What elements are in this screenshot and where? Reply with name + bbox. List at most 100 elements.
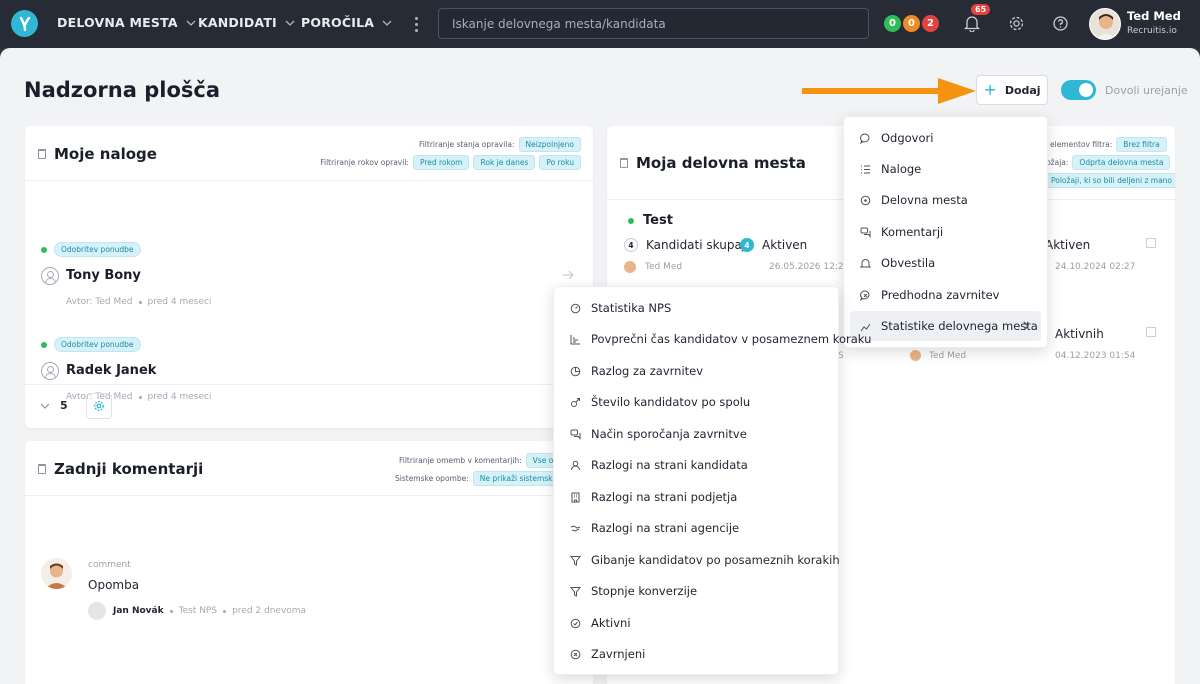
jobs-filter-elements-pill[interactable]: Brez filtra [1116,137,1167,152]
submenu-item-active[interactable]: Aktivni [560,608,832,638]
owner-avatar [910,350,921,361]
task-deadline-filter-label: Filtriranje rokov opravil: [320,158,409,167]
deadline-pill-after[interactable]: Po roku [539,155,581,170]
deadline-pill-today[interactable]: Rok je danes [473,155,536,170]
menu-item-statistike[interactable]: Statistike delovnega mesta [850,311,1041,341]
pie-icon [570,366,581,377]
my-tasks-card: Moje naloge Filtriranje stanja opravila:… [25,126,593,428]
deadline-pill-before[interactable]: Pred rokom [412,155,470,170]
total-count-circle: 4 [624,238,638,252]
menu-item-delovna-mesta[interactable]: Delovna mesta [850,185,1041,215]
status-dot [41,247,47,253]
menu-label: Razlog za zavrnitev [591,364,704,378]
status-dot [41,342,47,348]
help-icon[interactable] [1052,15,1069,32]
notification-count-badge: 65 [971,4,991,15]
chevron-down-icon[interactable] [40,403,50,409]
submenu-item-candidate-reasons[interactable]: Razlogi na strani kandidata [560,450,832,480]
my-tasks-title-text: Moje naloge [54,145,157,163]
comments-icon [860,227,871,238]
system-notes-filter: Sistemske opombe: Ne prikaži sistemskih … [395,471,574,486]
menu-label: Naloge [881,162,922,176]
submenu-item-rejected[interactable]: Zavrnjeni [560,639,832,669]
funnel-icon [570,555,581,566]
task-person-name[interactable]: Tony Bony [66,268,141,283]
status-badge-orange[interactable]: 0 [901,13,922,34]
status-badge-red[interactable]: 2 [920,13,941,34]
menu-item-obvestila[interactable]: Obvestila [850,248,1041,278]
nav-jobs[interactable]: DELOVNA MESTA [57,15,196,30]
trash-icon[interactable] [38,464,46,474]
job-date: 26.05.2026 12:29 [769,262,850,272]
list-icon [860,164,871,175]
submenu-item-agency-reasons[interactable]: Razlogi na strani agencije [560,513,832,543]
add-button-label: Dodaj [1004,83,1041,97]
arrow-right-icon[interactable] [562,270,574,280]
more-menu-icon[interactable] [411,14,421,34]
submenu-item-conversion[interactable]: Stopnje konverzije [560,576,832,606]
job-name[interactable]: Test [643,213,673,228]
edit-toggle[interactable] [1061,80,1096,100]
menu-item-komentarji[interactable]: Komentarji [850,217,1041,247]
submenu-item-rejection-reason[interactable]: Razlog za zavrnitev [560,356,832,386]
user-name[interactable]: Ted Med [1127,9,1181,23]
menu-item-naloge[interactable]: Naloge [850,154,1041,184]
menu-label: Povprečni čas kandidatov v posameznem ko… [591,332,872,346]
user-avatar[interactable] [1089,8,1121,40]
submenu-item-movement[interactable]: Gibanje kandidatov po posameznih korakih [560,545,840,575]
submenu-item-avg-time[interactable]: Povprečni čas kandidatov v posameznem ko… [560,324,871,354]
menu-label: Delovna mesta [881,193,968,207]
building-icon [570,492,581,503]
menu-item-predhodna-zavrnitev[interactable]: Predhodna zavrnitev [850,280,1041,310]
task-person-name[interactable]: Radek Janek [66,363,156,378]
top-bar: DELOVNA MESTA KANDIDATI POROČILA 0 0 2 6… [0,0,1200,48]
chevron-down-icon [186,20,196,26]
comment-author[interactable]: Jan Novák [113,606,164,616]
submenu-item-gender[interactable]: Število kandidatov po spolu [560,387,832,417]
chevron-down-icon [382,20,392,26]
submenu-item-company-reasons[interactable]: Razlogi na strani podjetja [560,482,832,512]
app-logo[interactable] [11,10,38,37]
nav-reports[interactable]: POROČILA [301,15,392,30]
trash-icon[interactable] [620,158,628,168]
submenu-item-nps[interactable]: Statistika NPS [560,293,832,323]
nav-candidates[interactable]: KANDIDATI [198,15,295,30]
status-dot [628,218,634,224]
comment-job[interactable]: Test NPS [179,606,217,616]
menu-label: Statistika NPS [591,301,672,315]
total-label: Kandidati skupaj [646,238,746,252]
external-link-icon[interactable] [1146,238,1156,248]
task-state-pill[interactable]: Neizpolnjeno [518,137,581,152]
search-input[interactable] [438,8,869,39]
last-comments-card: Zadnji komentarji Filtriranje omemb v ko… [25,441,593,684]
add-button[interactable]: + Dodaj [976,75,1048,105]
bar-chart-icon [570,334,581,345]
card-settings-button[interactable] [86,393,112,419]
gear-icon[interactable] [1008,15,1025,32]
mentions-filter: Filtriranje omemb v komentarjih: Vse om [399,453,568,468]
bell-icon [860,258,871,269]
trash-icon[interactable] [38,149,46,159]
menu-label: Gibanje kandidatov po posameznih korakih [591,553,840,567]
menu-label: Statistike delovnega mesta [881,319,1038,333]
status-badge-green[interactable]: 0 [882,13,903,34]
owner-avatar [624,261,636,273]
task-time: pred 4 meseci [147,392,212,402]
my-jobs-title: Moja delovna mesta [620,154,806,172]
user-icon [570,460,581,471]
active-label: Aktiven [762,238,808,252]
nav-reports-label: POROČILA [301,15,375,30]
submenu-item-communication[interactable]: Način sporočanja zavrnitve [560,419,832,449]
task-time: pred 4 meseci [147,297,212,307]
task-tag: Odobritev ponudbe [54,337,141,352]
menu-item-odgovori[interactable]: Odgovori [850,123,1041,153]
plus-icon: + [983,80,997,99]
jobs-filter-shared-pill[interactable]: Položaji, ki so bili deljeni z mano [1044,173,1175,188]
gender-icon [570,397,581,408]
user-org: Recruitis.io [1127,26,1177,36]
external-link-icon[interactable] [1146,327,1156,337]
footer-divider [25,384,593,385]
jobs-filter-positions-pill[interactable]: Odprta delovna mesta [1072,155,1171,170]
funnel-icon [570,586,581,597]
bell-icon[interactable] [964,15,980,32]
